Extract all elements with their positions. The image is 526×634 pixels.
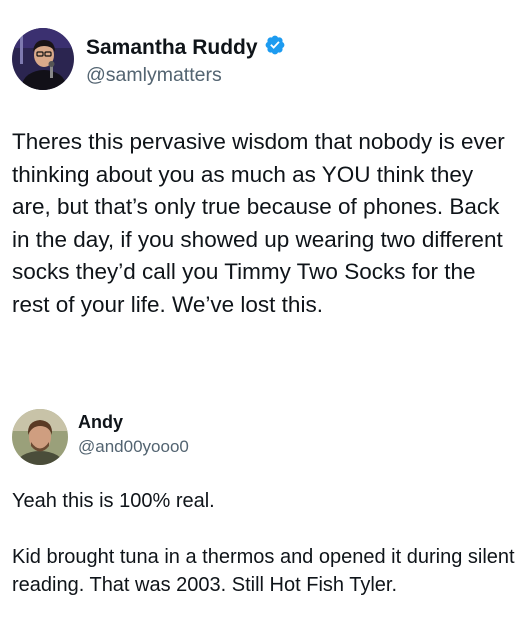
- reply-paragraph: Kid brought tuna in a thermos and opened…: [12, 546, 515, 596]
- display-name[interactable]: Samantha Ruddy: [86, 36, 258, 60]
- reply-text: Yeah this is 100% real. Kid brought tuna…: [12, 487, 517, 599]
- author-name-row[interactable]: Andy: [78, 412, 123, 433]
- verified-badge-icon: [264, 34, 286, 62]
- author-handle[interactable]: @samlymatters: [86, 64, 222, 87]
- reply-tweet: Andy @and00yooo0 Yeah this is 100% real.…: [0, 395, 526, 634]
- tweet-text: Theres this pervasive wisdom that nobody…: [12, 126, 517, 322]
- display-name[interactable]: Andy: [78, 412, 123, 433]
- author-name-row[interactable]: Samantha Ruddy: [86, 34, 286, 62]
- avatar[interactable]: [12, 28, 74, 90]
- author-handle[interactable]: @and00yooo0: [78, 437, 189, 457]
- main-tweet: Samantha Ruddy @samlymatters Theres this…: [0, 0, 526, 380]
- avatar[interactable]: [12, 409, 68, 465]
- tweet-paragraph: Theres this pervasive wisdom that nobody…: [12, 129, 505, 317]
- reply-paragraph: Yeah this is 100% real.: [12, 490, 215, 512]
